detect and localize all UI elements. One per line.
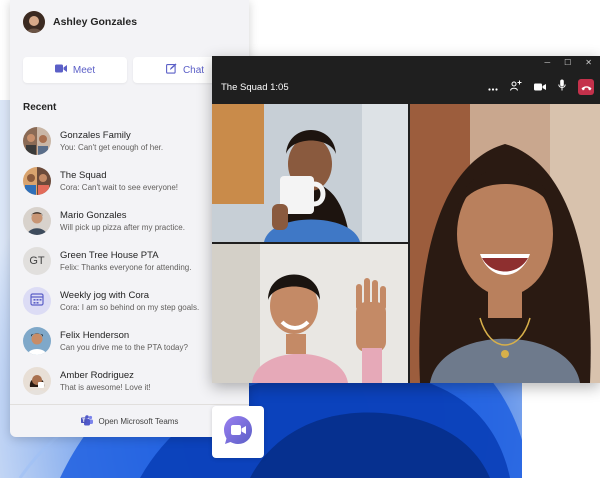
call-toolbar: The Squad 1:05 [212, 70, 600, 104]
meet-button[interactable]: Meet [23, 57, 127, 83]
camera-icon[interactable] [534, 78, 546, 96]
contact-avatar [23, 367, 51, 395]
maximize-icon[interactable]: ☐ [564, 59, 571, 67]
calendar-avatar [23, 287, 51, 315]
video-tile-participant[interactable] [212, 244, 408, 383]
contact-preview: You: Can't get enough of her. [60, 142, 164, 152]
microphone-icon[interactable] [558, 78, 566, 96]
video-tile-participant[interactable] [410, 104, 600, 383]
contact-preview: Can you drive me to the PTA today? [60, 342, 188, 352]
minimize-icon[interactable]: ─ [544, 59, 550, 67]
teams-logo-icon [80, 414, 93, 428]
contact-name: Green Tree House PTA [60, 249, 159, 261]
profile-header[interactable]: Ashley Gonzales [10, 0, 249, 44]
contact-preview: Cora: I am so behind on my step goals. [60, 302, 200, 312]
video-call-window: ─ ☐ ✕ The Squad 1:05 [212, 56, 600, 383]
contact-name: Amber Rodriguez [60, 369, 134, 381]
contact-avatar [23, 327, 51, 355]
contact-avatar [23, 207, 51, 235]
video-tile-participant[interactable] [212, 104, 408, 242]
meet-label: Meet [72, 64, 96, 76]
contact-preview: Felix: Thanks everyone for attending. [60, 262, 192, 272]
contact-preview: That is awesome! Love it! [60, 382, 151, 392]
calendar-icon [30, 292, 44, 311]
contact-name: The Squad [60, 169, 107, 181]
more-options-icon[interactable] [488, 78, 498, 96]
chat-label: Chat [182, 64, 205, 76]
group-avatar [23, 127, 51, 155]
video-grid [212, 104, 600, 383]
group-avatar [23, 167, 51, 195]
contact-name: Felix Henderson [60, 329, 130, 341]
phone-hangup-icon [581, 78, 592, 96]
contact-preview: Cora: Can't wait to see everyone! [60, 182, 179, 192]
taskbar-teams-chat-button[interactable] [212, 406, 264, 458]
contact-name: Weekly jog with Cora [60, 289, 150, 301]
compose-icon [165, 63, 177, 77]
teams-chat-icon [222, 414, 254, 451]
hang-up-button[interactable] [578, 79, 594, 95]
contact-preview: Will pick up pizza after my practice. [60, 222, 185, 232]
user-name: Ashley Gonzales [53, 16, 138, 28]
close-icon[interactable]: ✕ [585, 59, 592, 67]
initials-avatar: GT [23, 247, 51, 275]
open-teams-label: Open Microsoft Teams [98, 416, 179, 426]
call-title: The Squad 1:05 [221, 81, 289, 93]
user-avatar [23, 11, 45, 33]
add-participants-icon[interactable] [510, 78, 522, 96]
contact-name: Gonzales Family [60, 129, 131, 141]
contact-name: Mario Gonzales [60, 209, 127, 221]
video-camera-icon [54, 64, 67, 76]
window-title-bar: ─ ☐ ✕ [212, 56, 600, 70]
